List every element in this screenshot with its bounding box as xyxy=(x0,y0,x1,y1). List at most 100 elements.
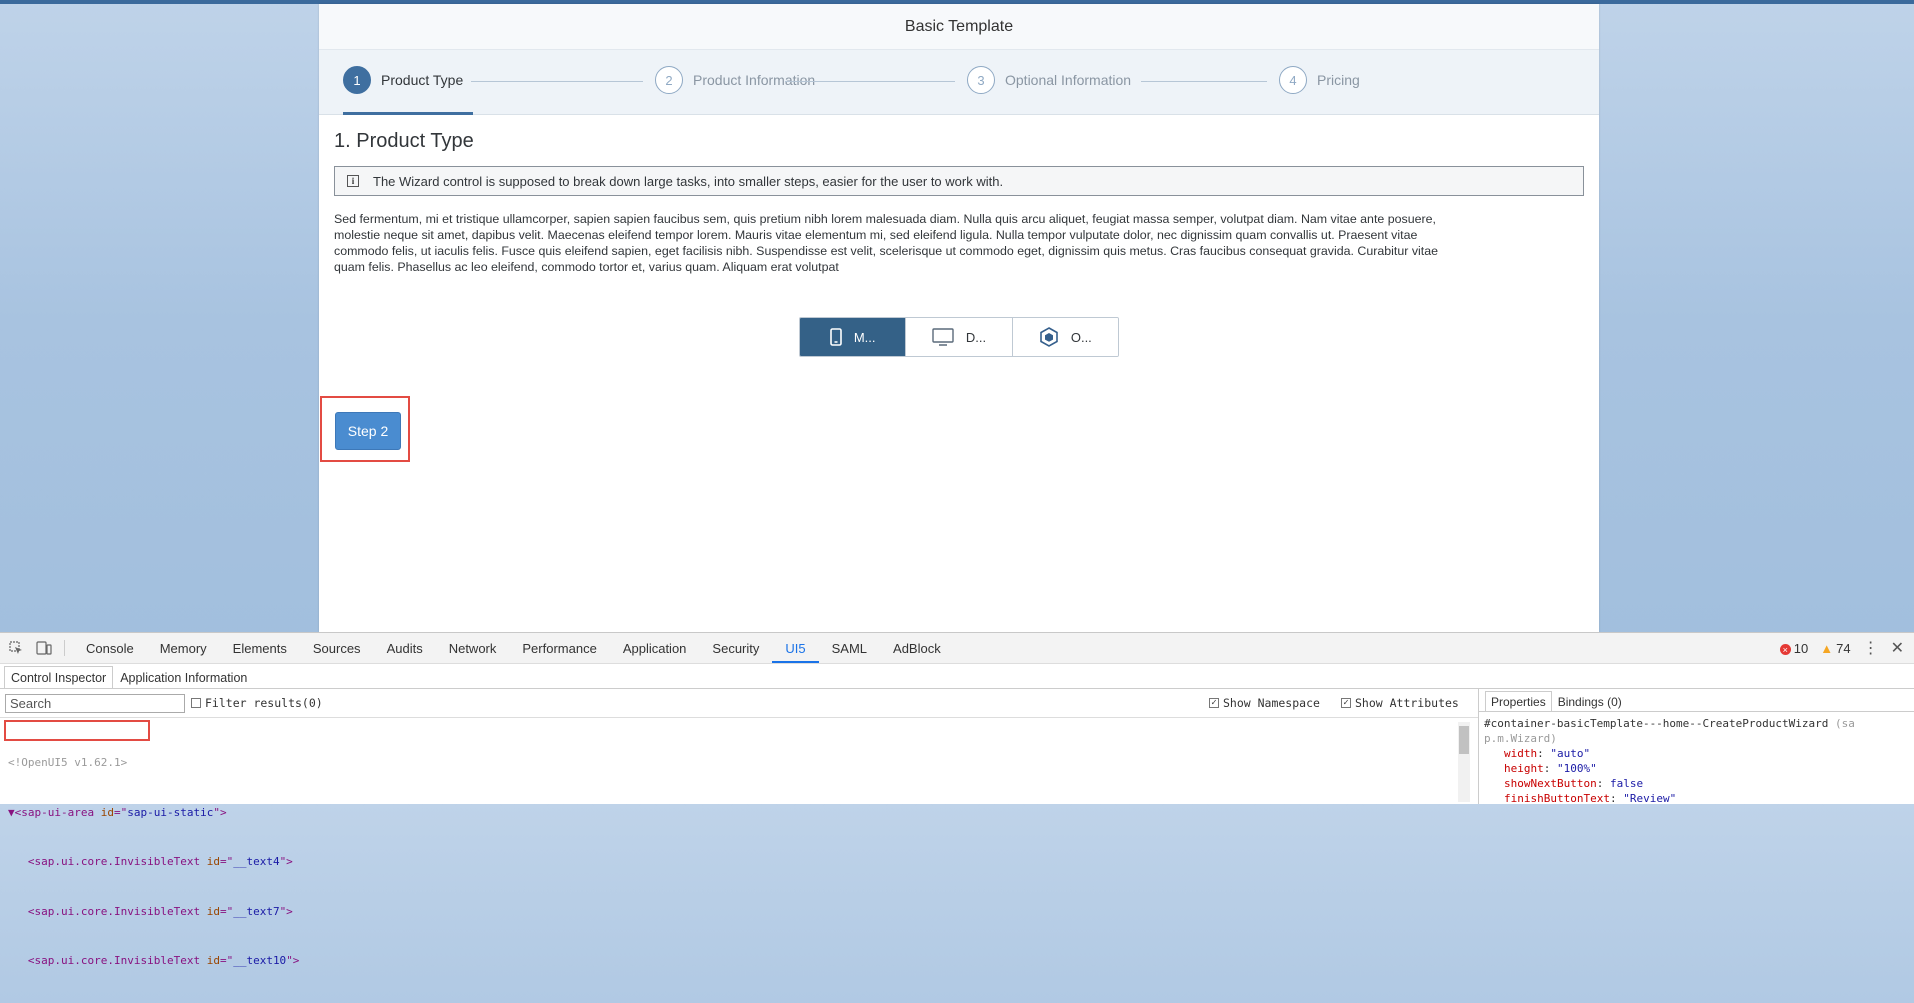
filter-results-checkbox[interactable]: Filter results(0) xyxy=(191,696,323,710)
property-row[interactable]: width: "auto" xyxy=(1484,746,1914,761)
wizard-step-4[interactable]: 4 Pricing xyxy=(1279,66,1360,94)
control-type-cont: p.m.Wizard) xyxy=(1484,732,1557,745)
device-toolbar-icon[interactable] xyxy=(32,636,56,660)
active-step-underline xyxy=(343,112,473,115)
filter-results-label: Filter results(0) xyxy=(205,696,323,710)
product-type-segmented-button: M... D... O... xyxy=(799,317,1119,357)
search-input[interactable] xyxy=(5,693,185,713)
warning-counter[interactable]: ▲ 74 xyxy=(1820,641,1850,656)
highlight-annotation xyxy=(320,396,410,462)
info-icon: i xyxy=(347,175,359,187)
show-attributes-checkbox[interactable]: ✓ Show Attributes xyxy=(1341,696,1459,710)
app-shell: Basic Template 1 Product Type 2 Product … xyxy=(319,4,1599,632)
tree-comment-row: <!OpenUI5 v1.62.1> xyxy=(8,755,1478,772)
shell-header: Basic Template xyxy=(319,4,1599,50)
tab-control-inspector[interactable]: Control Inspector xyxy=(4,666,114,688)
ui5-version-comment: <!OpenUI5 v1.62.1> xyxy=(8,756,128,769)
tree-scrollbar[interactable] xyxy=(1458,722,1470,802)
properties-panel: Properties Bindings (0) #container-basic… xyxy=(1478,689,1914,806)
segment-label: O... xyxy=(1070,329,1092,345)
inspect-element-icon[interactable] xyxy=(4,636,28,660)
tab-application-information[interactable]: Application Information xyxy=(113,666,254,688)
step-label: Product Type xyxy=(381,72,464,88)
tree-tag: sap.ui.core.InvisibleText xyxy=(34,904,201,918)
show-namespace-checkbox[interactable]: ✓ Show Namespace xyxy=(1209,696,1320,710)
control-type: (sa xyxy=(1835,717,1855,730)
segment-label: D... xyxy=(965,329,987,345)
wizard-step-3[interactable]: 3 Optional Information xyxy=(967,66,1131,94)
property-value: false xyxy=(1609,777,1644,790)
step-connector xyxy=(1141,81,1267,82)
control-tree: <!OpenUI5 v1.62.1> ▼<sap-ui-area id="sap… xyxy=(0,718,1478,1003)
property-value: "Review" xyxy=(1623,792,1677,805)
devtools-tab-sources[interactable]: Sources xyxy=(300,633,374,663)
more-options-icon[interactable]: ⋮ xyxy=(1863,638,1879,658)
property-value: "auto" xyxy=(1550,747,1591,760)
step-number: 4 xyxy=(1279,66,1307,94)
tree-row[interactable]: ▼<sap-ui-area id="sap-ui-static"> xyxy=(8,805,1478,822)
tree-tag: sap-ui-area xyxy=(21,805,95,819)
property-row[interactable]: height: "100%" xyxy=(1484,761,1914,776)
devtools-tab-application[interactable]: Application xyxy=(610,633,700,663)
step-content: 1. Product Type i The Wizard control is … xyxy=(319,130,1599,462)
warning-count: 74 xyxy=(1836,640,1851,656)
tab-properties[interactable]: Properties xyxy=(1485,691,1552,711)
description-text: Sed fermentum, mi et tristique ullamcorp… xyxy=(334,211,1584,275)
step-number: 2 xyxy=(655,66,683,94)
devtools-panel: Console Memory Elements Sources Audits N… xyxy=(0,632,1914,967)
property-value: "100%" xyxy=(1557,762,1597,775)
devtools-tab-saml[interactable]: SAML xyxy=(819,633,880,663)
devtools-tab-adblock[interactable]: AdBlock xyxy=(880,633,954,663)
checkbox-box: ✓ xyxy=(1341,698,1351,708)
segment-other[interactable]: O... xyxy=(1012,318,1118,356)
property-key: showNextButton xyxy=(1504,777,1597,790)
error-counter[interactable]: × 10 xyxy=(1779,641,1808,656)
properties-tabs: Properties Bindings (0) xyxy=(1479,689,1914,712)
tree-val: __text4 xyxy=(233,855,280,868)
devtools-tabbar: Console Memory Elements Sources Audits N… xyxy=(0,633,1914,664)
tree-row[interactable]: <sap.ui.core.InvisibleText id="__text10"… xyxy=(8,953,1478,970)
step-label: Pricing xyxy=(1317,72,1360,88)
devtools-tab-memory[interactable]: Memory xyxy=(147,633,220,663)
tree-expander-icon[interactable]: ▼ xyxy=(8,806,15,819)
step-connector xyxy=(785,81,955,82)
devtools-tab-audits[interactable]: Audits xyxy=(374,633,436,663)
scrollbar-thumb[interactable] xyxy=(1459,726,1469,754)
property-row[interactable]: finishButtonText: "Review" xyxy=(1484,791,1914,806)
error-icon: × xyxy=(1779,644,1791,655)
tree-row[interactable]: <sap.ui.core.InvisibleText id="__text4"> xyxy=(8,854,1478,871)
tree-val: sap-ui-static xyxy=(127,805,214,819)
close-devtools-icon[interactable]: ✕ xyxy=(1891,638,1904,658)
devtools-tab-console[interactable]: Console xyxy=(73,633,147,663)
warning-icon: ▲ xyxy=(1820,640,1834,656)
step-label: Product Information xyxy=(693,72,816,88)
step-label: Optional Information xyxy=(1005,72,1132,88)
segment-desktop[interactable]: D... xyxy=(906,318,1013,356)
monitor-icon xyxy=(932,328,954,346)
control-tree-panel: Filter results(0) ✓ Show Namespace ✓ Sho… xyxy=(0,689,1478,967)
checkbox-box: ✓ xyxy=(1209,698,1219,708)
tree-row[interactable]: <sap.ui.core.InvisibleText id="__text7"> xyxy=(8,904,1478,921)
info-strip-text: The Wizard control is supposed to break … xyxy=(373,173,1004,189)
highlight-annotation xyxy=(4,720,150,741)
wizard-step-1[interactable]: 1 Product Type xyxy=(343,66,463,94)
wizard-step-2[interactable]: 2 Product Information xyxy=(655,66,815,94)
control-id: #container-basicTemplate---home--CreateP… xyxy=(1484,717,1829,730)
devtools-tab-security[interactable]: Security xyxy=(699,633,772,663)
property-key: width xyxy=(1504,747,1538,760)
property-row[interactable]: showNextButton: false xyxy=(1484,776,1914,791)
tree-tag: sap.ui.core.InvisibleText xyxy=(34,954,201,967)
devtools-tab-performance[interactable]: Performance xyxy=(509,633,609,663)
phone-icon xyxy=(830,328,842,346)
step-number: 3 xyxy=(967,66,995,94)
segment-mobile[interactable]: M... xyxy=(800,318,907,356)
devtools-tab-network[interactable]: Network xyxy=(436,633,510,663)
tree-attr: id xyxy=(100,805,114,819)
tree-attr: id xyxy=(206,904,220,918)
ui5-subtabs: Control Inspector Application Informatio… xyxy=(0,664,1914,689)
checkbox-box xyxy=(191,698,201,708)
devtools-tab-ui5[interactable]: UI5 xyxy=(772,633,819,663)
description-line: Sed fermentum, mi et tristique ullamcorp… xyxy=(334,212,1436,226)
devtools-tab-elements[interactable]: Elements xyxy=(220,633,300,663)
tab-bindings[interactable]: Bindings (0) xyxy=(1552,691,1628,711)
